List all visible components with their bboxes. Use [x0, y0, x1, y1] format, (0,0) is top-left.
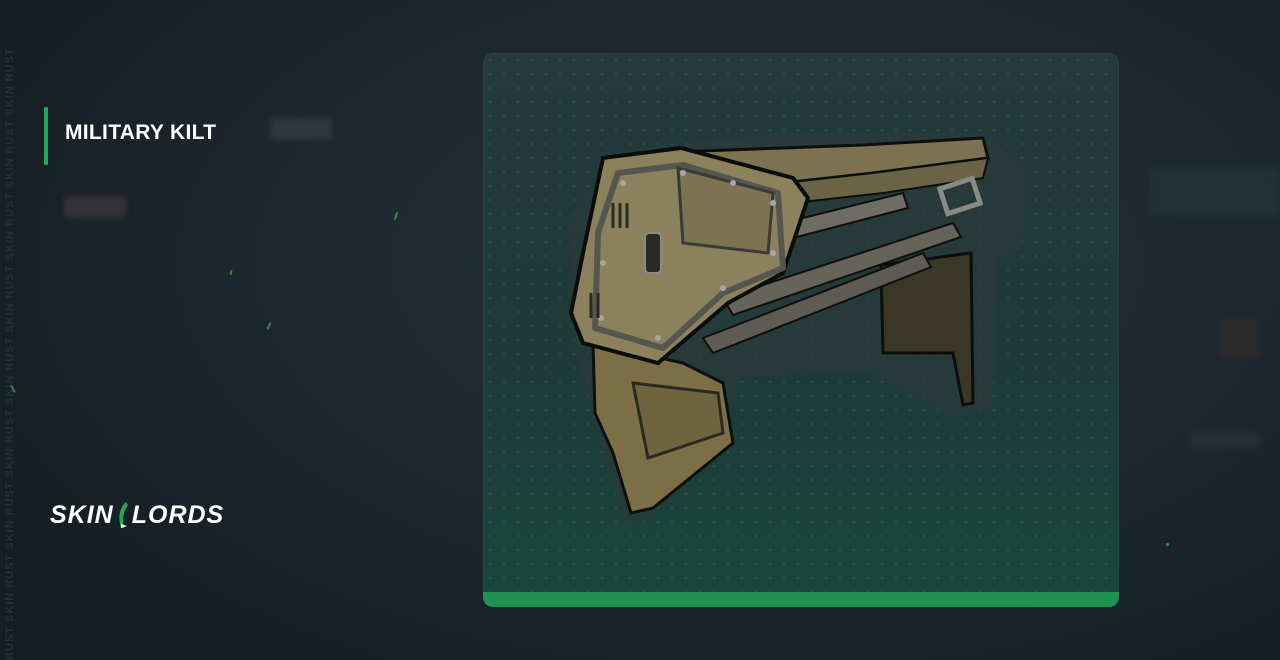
blurred-decoration: [1220, 318, 1260, 358]
item-title: MILITARY KILT: [65, 121, 217, 144]
military-kilt-image: [568, 133, 1031, 523]
card-bottom-accent: [483, 592, 1119, 607]
background-watermark: RUST SKIN RUST SKIN RUST SKIN RUST SKIN …: [4, 47, 16, 660]
skinlords-logo: SKIN LORDS: [50, 500, 224, 530]
blurred-decoration: [270, 118, 332, 140]
logo-text-left: SKIN: [50, 500, 114, 529]
blurred-decoration: [64, 196, 126, 218]
spark: [1166, 543, 1169, 546]
blurred-decoration: [1190, 432, 1260, 448]
logo-text-right: LORDS: [131, 500, 225, 529]
blurred-decoration: [1150, 168, 1280, 216]
logo-blade-icon: [119, 502, 128, 528]
title-accent-bar: [44, 107, 48, 165]
item-preview-card: [483, 53, 1119, 607]
